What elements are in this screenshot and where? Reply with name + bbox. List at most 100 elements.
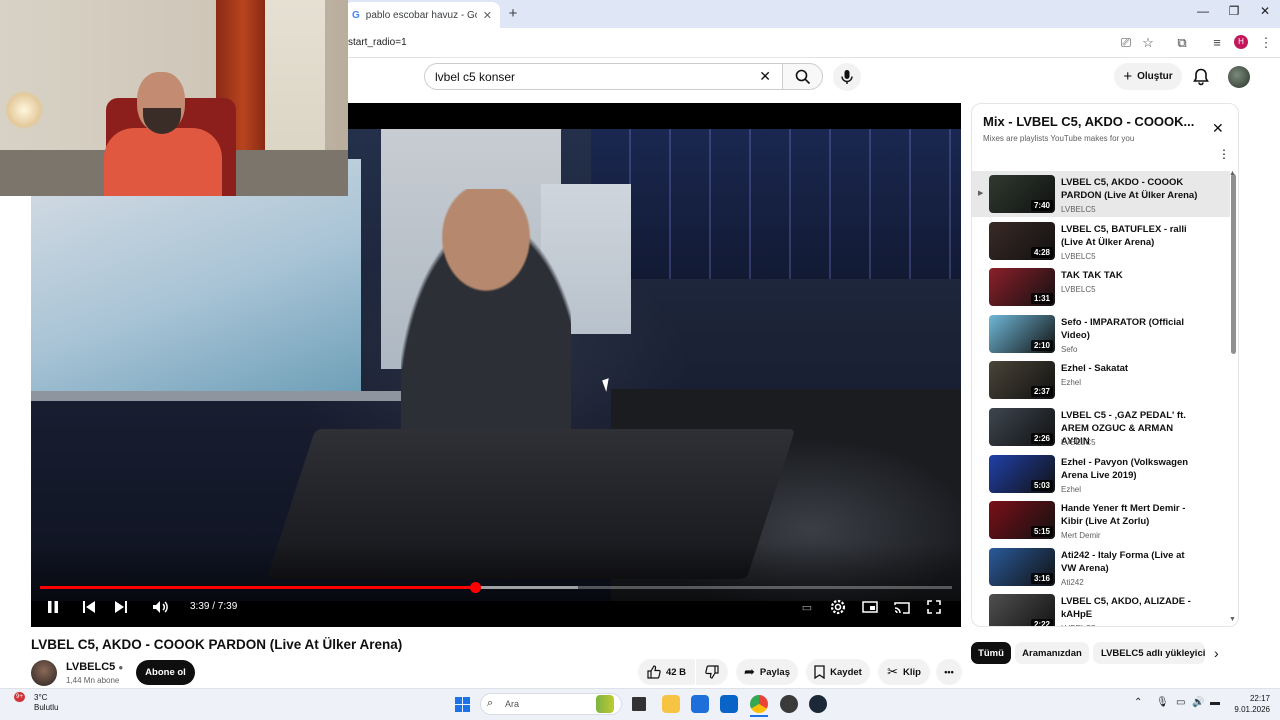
clip-button[interactable]: ✂ Klip: [878, 659, 930, 685]
playlist-item[interactable]: 4:28 LVBEL C5, BATUFLEX - ralli (Live At …: [972, 218, 1230, 264]
search-input[interactable]: lvbel c5 konser ✕: [424, 63, 788, 90]
cast-button[interactable]: [892, 597, 912, 617]
settings-button[interactable]: [828, 597, 848, 617]
chip-from-search[interactable]: Aramanızdan: [1015, 642, 1089, 664]
address-bar[interactable]: start_radio=1: [348, 37, 407, 48]
playlist-item-channel: LVBELC5: [1061, 205, 1096, 214]
playlist-item[interactable]: 2:10 Sefo - IMPARATOR (Official Video) Sef…: [972, 311, 1230, 357]
window-close-button[interactable]: ✕: [1255, 4, 1275, 18]
thumbnail[interactable]: 5:15: [989, 501, 1055, 540]
restore-button[interactable]: ❐: [1224, 4, 1244, 18]
subscribe-button[interactable]: Abone ol: [136, 660, 195, 685]
media-app-icon[interactable]: [780, 695, 798, 713]
mic-tray-icon[interactable]: 🎙: [1156, 697, 1169, 708]
scroll-down-icon[interactable]: ▼: [1229, 616, 1236, 623]
playlist-item-title[interactable]: LVBEL C5, AKDO - COOOK PARDON (Live At Ü…: [1061, 176, 1201, 202]
playlist-item[interactable]: ▶ 7:40 LVBEL C5, AKDO - COOOK PARDON (Live…: [972, 171, 1230, 217]
playlist-item-title[interactable]: Ezhel - Pavyon (Volkswagen Arena Live 20…: [1061, 456, 1201, 482]
playlist-item-title[interactable]: TAK TAK TAK: [1061, 269, 1201, 282]
chrome-menu-icon[interactable]: ⋮: [1257, 35, 1275, 51]
playlist-item[interactable]: 2:22 LVBEL C5, AKDO, ALIZADE - kAHpE LVBEL…: [972, 590, 1230, 626]
share-button[interactable]: ➦ Paylaş: [736, 659, 798, 685]
voice-search-button[interactable]: [833, 63, 861, 91]
volume-button[interactable]: [150, 597, 172, 617]
windows-start-icon[interactable]: [455, 697, 470, 712]
dislike-button[interactable]: [696, 659, 728, 685]
extensions-icon[interactable]: ⧉: [1173, 35, 1191, 51]
system-clock[interactable]: 22:17 9.01.2026: [1226, 693, 1270, 715]
close-playlist-icon[interactable]: ✕: [1212, 120, 1224, 137]
thumbnail[interactable]: 4:28: [989, 221, 1055, 260]
thumbnail[interactable]: 2:26: [989, 408, 1055, 446]
minimize-button[interactable]: —: [1193, 4, 1213, 18]
thumbnail[interactable]: 2:37: [989, 361, 1055, 400]
steam-icon[interactable]: [809, 695, 827, 713]
thumbnail[interactable]: 1:31: [989, 268, 1055, 307]
playlist-item-title[interactable]: Ezhel - Sakatat: [1061, 362, 1201, 375]
new-tab-button[interactable]: +: [505, 5, 521, 22]
playlist-item-title[interactable]: Hande Yener ft Mert Demir - Kibir (Live …: [1061, 502, 1201, 528]
widget-image-icon[interactable]: [596, 695, 614, 713]
chip-from-uploader[interactable]: LVBELC5 adlı yükleyiciden: [1093, 642, 1205, 664]
notifications-button[interactable]: [1191, 67, 1211, 87]
chrome-icon[interactable]: [750, 695, 768, 713]
previous-button[interactable]: [79, 597, 99, 617]
battery-icon[interactable]: ▬: [1210, 697, 1220, 708]
fullscreen-icon: [927, 600, 941, 614]
search-button[interactable]: [782, 63, 823, 90]
thumbs-up-icon: [647, 665, 661, 679]
volume-icon: [153, 601, 168, 613]
channel-avatar[interactable]: [31, 660, 57, 686]
more-actions-button[interactable]: •••: [936, 659, 962, 685]
miniplayer-button[interactable]: [860, 597, 880, 617]
thumbnail[interactable]: 2:10: [989, 314, 1055, 353]
subtitles-icon[interactable]: ▭: [797, 597, 817, 617]
outlook-icon[interactable]: [720, 695, 738, 713]
next-button[interactable]: [111, 597, 131, 617]
progress-bar[interactable]: [40, 582, 952, 593]
thumbnail[interactable]: 2:22: [989, 594, 1055, 626]
network-icon[interactable]: ▭: [1176, 697, 1185, 708]
chip-all[interactable]: Tümü: [971, 642, 1011, 664]
task-view-icon[interactable]: [632, 697, 646, 711]
browser-tab[interactable]: G pablo escobar havuz - Google' ✕: [344, 2, 500, 28]
reading-list-icon[interactable]: ≡: [1208, 35, 1226, 50]
playlist-item-title[interactable]: Sefo - IMPARATOR (Official Video): [1061, 316, 1201, 342]
chips-next-icon[interactable]: ›: [1214, 645, 1219, 661]
cast-icon: [894, 601, 910, 614]
playlist-item[interactable]: 5:15 Hande Yener ft Mert Demir - Kibir (L…: [972, 497, 1230, 543]
playlist-item[interactable]: 2:37 Ezhel - Sakatat Ezhel: [972, 357, 1230, 403]
playlist-item-title[interactable]: Ati242 - Italy Forma (Live at VW Arena): [1061, 549, 1201, 575]
like-button[interactable]: 42 B: [638, 659, 695, 685]
playlist-scrollbar[interactable]: [1231, 174, 1236, 354]
playlist-item[interactable]: 1:31 TAK TAK TAK LVBELC5: [972, 264, 1230, 310]
pause-button[interactable]: [43, 597, 63, 617]
thumbnail[interactable]: 5:03: [989, 454, 1055, 493]
playlist-item[interactable]: 3:16 Ati242 - Italy Forma (Live at VW Are…: [972, 544, 1230, 590]
clear-search-icon[interactable]: ✕: [759, 68, 771, 85]
playlist-item[interactable]: 2:26 LVBEL C5 - ‚GAZ PEDAL' ft. AREM OZGU…: [972, 404, 1230, 450]
tab-close-icon[interactable]: ✕: [483, 9, 492, 22]
account-avatar[interactable]: [1228, 66, 1250, 88]
playlist-title: Mix - LVBEL C5, AKDO - COOOK...: [983, 114, 1195, 129]
tray-chevron-icon[interactable]: ⌃: [1134, 697, 1142, 708]
playlist-item-title[interactable]: LVBEL C5, AKDO, ALIZADE - kAHpE: [1061, 595, 1201, 621]
store-icon[interactable]: [691, 695, 709, 713]
create-button[interactable]: + Oluştur: [1114, 63, 1182, 90]
playlist-menu-icon[interactable]: ⋮: [1218, 148, 1230, 160]
playlist-item-title[interactable]: LVBEL C5, BATUFLEX - ralli (Live At Ülke…: [1061, 223, 1201, 249]
thumbnail[interactable]: 7:40: [989, 175, 1055, 213]
weather-widget[interactable]: 9+ 3°C Bulutlu: [14, 692, 58, 713]
speaker-icon[interactable]: 🔊: [1192, 697, 1204, 708]
save-button[interactable]: Kaydet: [806, 659, 870, 685]
fullscreen-button[interactable]: [924, 597, 944, 617]
cast-icon[interactable]: ⎚: [1117, 35, 1135, 51]
profile-avatar[interactable]: H: [1234, 35, 1248, 49]
search-query: lvbel c5 konser: [435, 69, 516, 84]
file-explorer-icon[interactable]: [662, 695, 680, 713]
thumbnail[interactable]: 3:16: [989, 547, 1055, 586]
playlist-item[interactable]: 5:03 Ezhel - Pavyon (Volkswagen Arena Liv…: [972, 451, 1230, 497]
channel-name[interactable]: LVBELC5 ●: [66, 661, 123, 673]
bookmark-star-icon[interactable]: ☆: [1139, 35, 1157, 51]
scroll-up-icon[interactable]: ▲: [1229, 170, 1236, 177]
